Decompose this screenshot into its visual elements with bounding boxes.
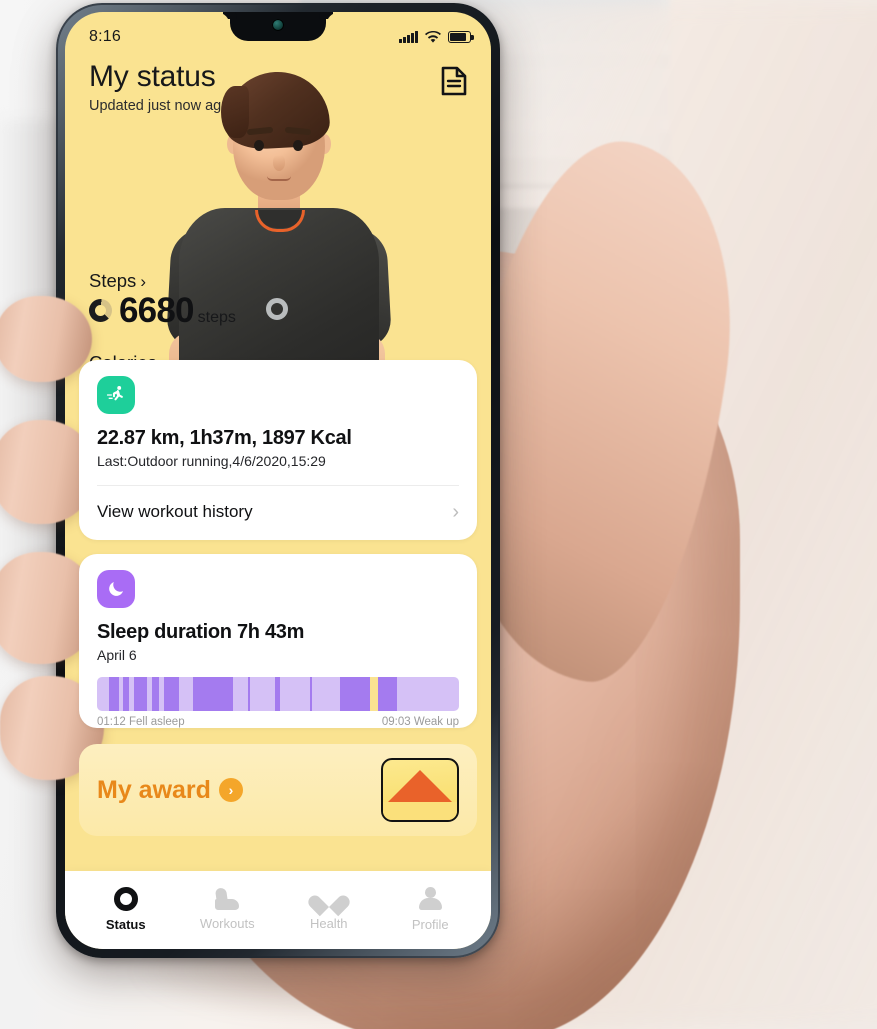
- nav-label-health: Health: [309, 916, 348, 931]
- notch: [230, 12, 326, 41]
- metric-steps-value: 6680: [119, 291, 194, 330]
- sleep-segment-deep: [163, 677, 180, 711]
- moon-icon: [97, 570, 135, 608]
- sleep-segment-deep: [377, 677, 398, 711]
- metric-steps-value-row: 6680 steps: [89, 293, 236, 328]
- status-time: 8:16: [89, 28, 121, 45]
- metric-steps-label: Steps: [89, 270, 137, 291]
- hero-section: My status Updated just now ago Steps › 6…: [65, 56, 491, 424]
- view-workout-history-label: View workout history: [97, 502, 253, 521]
- status-icons: [399, 30, 474, 44]
- shoe-icon: [214, 886, 240, 910]
- scene: 8:16 My status Updated just now ago Step…: [0, 0, 877, 1029]
- arrow-right-icon[interactable]: ›: [218, 778, 243, 802]
- sleep-segment-light: [249, 677, 275, 711]
- sleep-segment-deep: [151, 677, 160, 711]
- running-icon: [97, 376, 135, 414]
- phone-device: 8:16 My status Updated just now ago Step…: [56, 3, 500, 958]
- metric-steps[interactable]: Steps › 6680 steps: [89, 270, 236, 328]
- ring-logo-icon: [266, 298, 288, 320]
- app-body: 8:16 My status Updated just now ago Step…: [65, 12, 491, 949]
- nav-item-workouts[interactable]: Workouts: [177, 886, 279, 931]
- person-icon: [418, 886, 443, 911]
- sleep-bar-chart: [97, 677, 459, 711]
- award-title-group: My award ›: [97, 776, 243, 805]
- sleep-segment-deep: [109, 677, 119, 711]
- sleep-title: Sleep duration 7h 43m: [97, 621, 305, 643]
- award-card[interactable]: My award ›: [79, 744, 477, 836]
- chevron-right-icon: ›: [140, 271, 146, 291]
- sleep-segment-awake: [369, 677, 378, 711]
- sleep-card[interactable]: Sleep duration 7h 43m April 6 01:12 Fell…: [79, 554, 477, 728]
- sleep-segment-light: [312, 677, 341, 711]
- nav-label-workouts: Workouts: [199, 915, 255, 931]
- view-workout-history-row[interactable]: View workout history ›: [97, 486, 459, 540]
- sleep-segment-light: [179, 677, 193, 711]
- nav-item-status[interactable]: Status: [75, 886, 177, 932]
- header-text-group: My status Updated just now ago: [89, 60, 229, 114]
- metric-steps-unit: steps: [197, 309, 236, 326]
- nav-item-health[interactable]: Health: [278, 887, 380, 931]
- page-subtitle: Updated just now ago: [89, 98, 230, 114]
- document-report-icon[interactable]: [441, 66, 467, 96]
- sleep-segment-light: [279, 677, 311, 711]
- sleep-segment-light: [97, 677, 110, 711]
- front-camera-icon: [272, 19, 284, 31]
- sleep-chart-legend: 01:12 Fell asleep 09:03 Weak up: [97, 716, 459, 728]
- nav-label-profile: Profile: [411, 916, 449, 932]
- bottom-navigation: Status Workouts Health Profile: [65, 873, 491, 949]
- nav-label-status: Status: [105, 916, 146, 932]
- battery-icon: [448, 31, 474, 43]
- nav-top-mask: [65, 871, 491, 873]
- sleep-start-label: 01:12 Fell asleep: [97, 716, 185, 728]
- cards-container: 22.87 km, 1h37m, 1897 Kcal Last:Outdoor …: [65, 360, 491, 836]
- sleep-segment-light: [397, 677, 459, 711]
- award-title: My award: [97, 775, 211, 804]
- status-ring-icon: [113, 886, 138, 911]
- wifi-icon: [425, 30, 441, 43]
- page-title: My status: [89, 60, 216, 93]
- chevron-right-icon: ›: [452, 501, 459, 523]
- signal-bars-icon: [399, 31, 418, 43]
- workout-card[interactable]: 22.87 km, 1h37m, 1897 Kcal Last:Outdoor …: [79, 360, 477, 540]
- workout-detail: Last:Outdoor running,4/6/2020,15:29: [97, 453, 326, 469]
- sleep-segment-light: [232, 677, 248, 711]
- sleep-segment-deep: [340, 677, 370, 711]
- sleep-segment-deep: [192, 677, 233, 711]
- sleep-date: April 6: [97, 647, 137, 663]
- progress-ring-icon: [89, 299, 112, 322]
- heart-icon: [316, 887, 342, 910]
- sleep-segment-deep: [134, 677, 148, 711]
- medal-badge-icon: [381, 758, 459, 822]
- sleep-end-label: 09:03 Weak up: [381, 716, 459, 728]
- nav-item-profile[interactable]: Profile: [380, 886, 482, 932]
- workout-summary: 22.87 km, 1h37m, 1897 Kcal: [97, 427, 352, 449]
- metric-steps-header[interactable]: Steps ›: [89, 270, 236, 292]
- phone-screen: 8:16 My status Updated just now ago Step…: [65, 12, 491, 949]
